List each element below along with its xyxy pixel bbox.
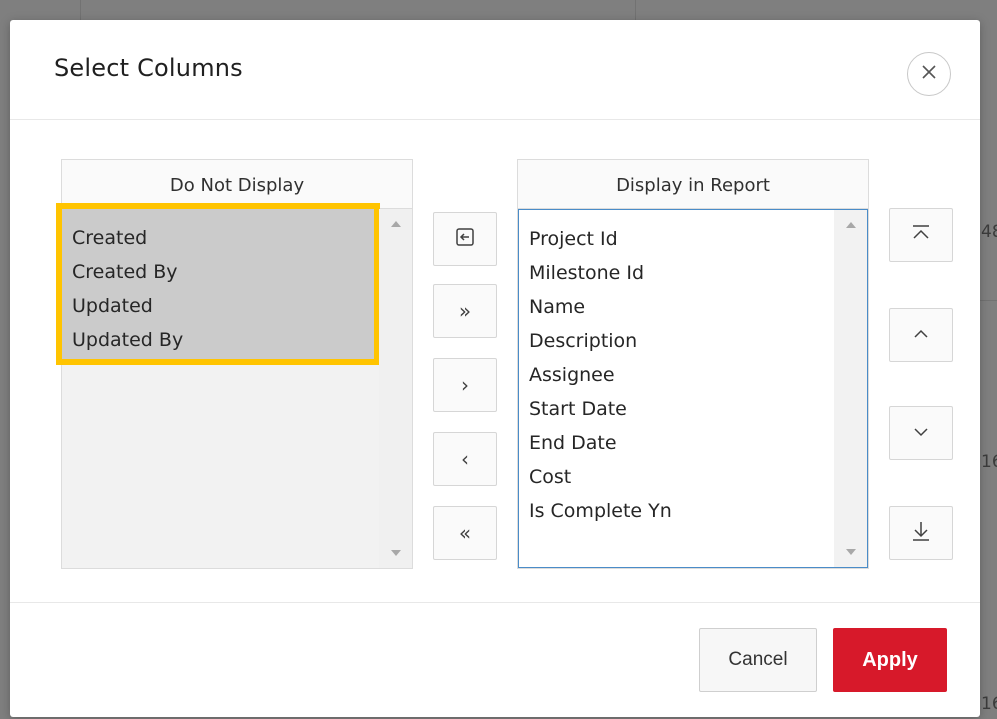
scroll-down-icon[interactable] [391,550,401,556]
move-top-icon [910,223,932,247]
list-item[interactable]: Created By [72,255,183,289]
scrollbar[interactable] [834,210,867,567]
move-bottom-icon [910,520,932,546]
close-button[interactable] [907,52,951,96]
background-text: 16 [981,694,997,714]
cancel-button[interactable]: Cancel [699,628,817,692]
background-divider [635,0,636,20]
do-not-display-items: Created Created By Updated Updated By [72,221,183,357]
move-top-button[interactable] [889,208,953,262]
apply-button[interactable]: Apply [833,628,947,692]
scrollbar[interactable] [379,209,412,568]
list-item[interactable]: Updated By [72,323,183,357]
list-item[interactable]: Milestone Id [529,256,672,290]
dialog-title: Select Columns [54,54,243,82]
display-in-report-items: Project Id Milestone Id Name Description… [529,222,672,528]
background-divider [80,0,81,20]
list-item[interactable]: Project Id [529,222,672,256]
background-divider [980,300,997,301]
scroll-up-icon[interactable] [391,221,401,227]
move-up-icon [911,326,931,345]
move-right-button[interactable]: › [433,358,497,412]
move-all-left-button[interactable]: « [433,506,497,560]
do-not-display-list: Do Not Display Created Created By Update… [56,159,413,569]
list-item[interactable]: Assignee [529,358,672,392]
reset-button[interactable] [433,212,497,266]
list-item[interactable]: Cost [529,460,672,494]
list-item[interactable]: Start Date [529,392,672,426]
background-text: 16 [981,452,997,472]
dialog-header: Select Columns [10,20,980,120]
reset-icon [454,226,476,252]
do-not-display-select[interactable]: Created Created By Updated Updated By [56,203,412,568]
scroll-up-icon[interactable] [846,222,856,228]
close-icon [921,64,937,84]
select-columns-dialog: Select Columns Do Not Display Created Cr… [10,20,980,717]
background-text: 48 [981,222,997,242]
move-all-right-icon: » [458,299,472,323]
list-item[interactable]: Description [529,324,672,358]
list-item[interactable]: Name [529,290,672,324]
display-in-report-list: Display in Report Project Id Milestone I… [517,159,869,569]
move-bottom-button[interactable] [889,506,953,560]
move-down-icon [911,424,931,443]
move-left-icon: ‹ [461,447,469,471]
list-item[interactable]: Is Complete Yn [529,494,672,528]
move-down-button[interactable] [889,406,953,460]
move-right-icon: › [461,373,469,397]
list-item[interactable]: Created [72,221,183,255]
move-left-button[interactable]: ‹ [433,432,497,486]
move-all-left-icon: « [458,521,472,545]
list-item[interactable]: End Date [529,426,672,460]
scroll-down-icon[interactable] [846,549,856,555]
move-up-button[interactable] [889,308,953,362]
display-in-report-header: Display in Report [518,160,868,209]
move-all-right-button[interactable]: » [433,284,497,338]
display-in-report-select[interactable]: Project Id Milestone Id Name Description… [518,209,868,568]
list-item[interactable]: Updated [72,289,183,323]
do-not-display-header: Do Not Display [62,160,412,209]
